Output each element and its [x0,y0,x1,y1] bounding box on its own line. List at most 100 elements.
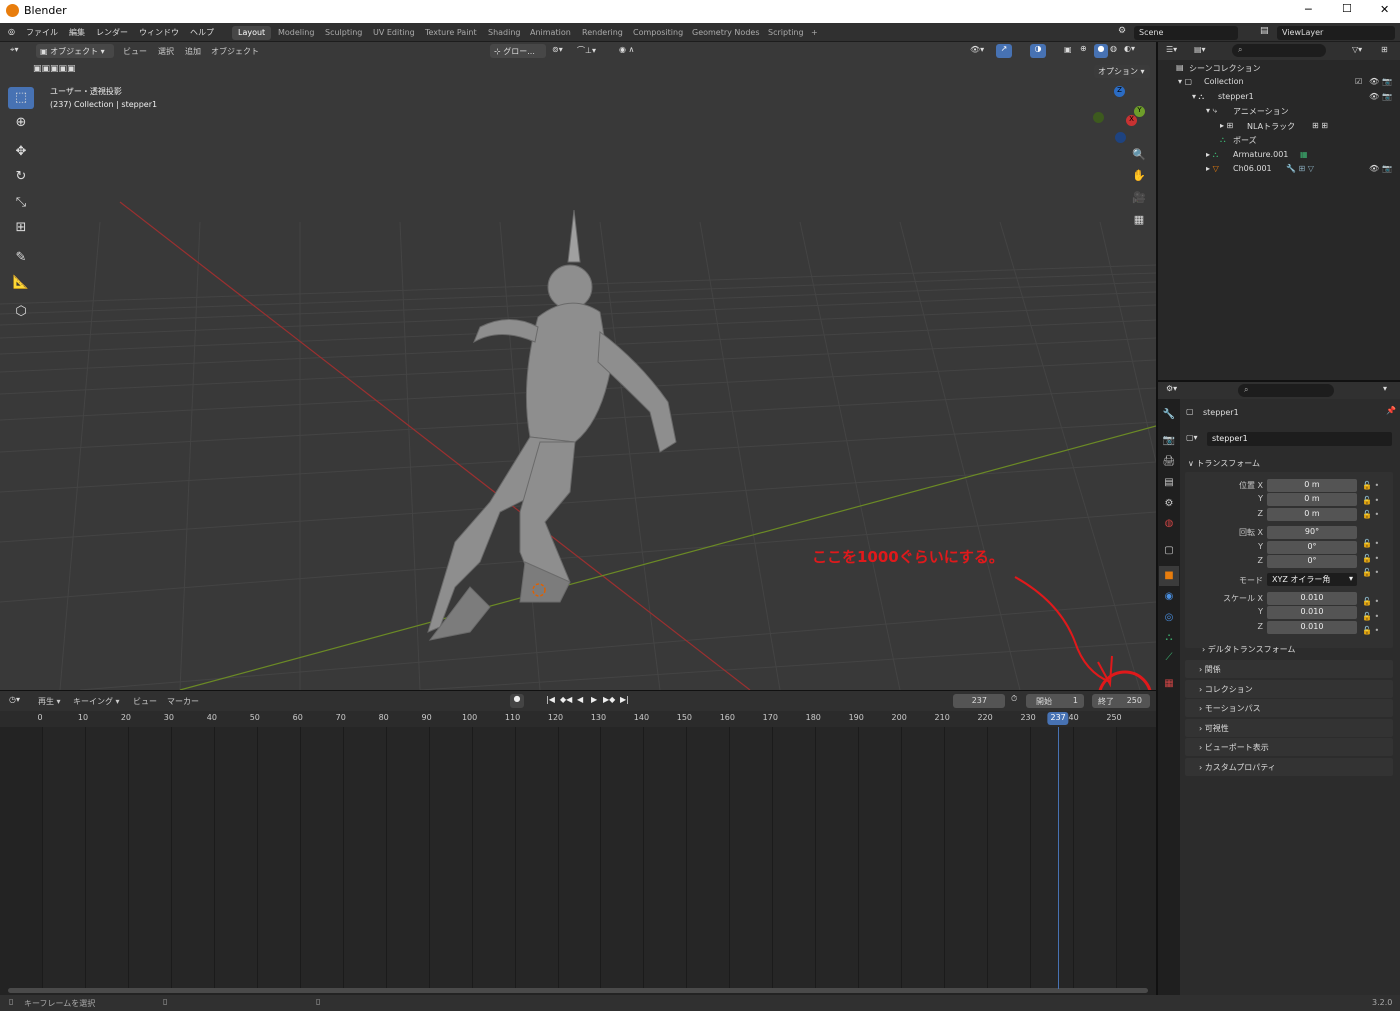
frame-tick-label[interactable]: 50 [250,713,260,722]
prev-keyframe-button[interactable]: ◆◀ [560,695,572,704]
visibility-icon[interactable]: 👁▾ [970,45,984,54]
panel-visibility[interactable]: › 可視性 [1185,719,1393,737]
proportional-edit-icon[interactable]: ◉ ∧ [619,45,634,54]
gizmo-x-axis[interactable]: X [1126,115,1137,126]
transform-tool[interactable]: ⊞ [8,217,34,239]
transform-orientation-dropdown[interactable]: ⊹ グロー... [490,44,546,58]
lock-icons[interactable]: 🔓 • 🔓 • 🔓 • 🔓 • 🔓 • 🔓 • 🔓 • 🔓 • 🔓 • [1362,479,1390,639]
particles-tab-icon[interactable]: ◎ [1159,608,1179,628]
3d-viewport[interactable]: ⌖▾ ▣ オブジェクト ▾ ビュー 選択 追加 オブジェクト ⊹ グロー... … [0,42,1156,690]
frame-tick-label[interactable]: 150 [677,713,692,722]
outliner-display-mode-icon[interactable]: ▤▾ [1194,45,1206,54]
gizmo-neg-z[interactable] [1115,132,1126,143]
frame-tick-label[interactable]: 10 [78,713,88,722]
panel-collections[interactable]: › コレクション [1185,680,1393,698]
frame-tick-label[interactable]: 120 [548,713,563,722]
scene-tab-icon[interactable]: ⚙ [1159,494,1179,514]
modifier-tab-icon[interactable]: ◉ [1159,587,1179,607]
viewport-menu-view[interactable]: ビュー [123,46,147,57]
outliner-row-collection[interactable]: ▾ ▢ Collection ☑ 👁 📷 [1158,77,1400,91]
object-tab-icon[interactable]: ■ [1159,566,1179,586]
menu-edit[interactable]: 編集 [69,27,85,38]
rotation-y-field[interactable]: 0° [1267,541,1357,554]
rotation-mode-dropdown[interactable]: XYZ オイラー角 ▾ [1267,573,1357,586]
scale-x-field[interactable]: 0.010 [1267,592,1357,605]
timeline-body[interactable] [42,727,1117,989]
collection-visibility-icon[interactable]: 👁 [1369,77,1379,86]
panel-motion-paths[interactable]: › モーションパス [1185,699,1393,717]
cursor-tool[interactable]: ⊕ [8,112,34,134]
scale-tool[interactable]: ⤡ [8,192,34,214]
shading-wireframe-icon[interactable]: ⊕ [1080,44,1087,53]
blender-menu-icon[interactable]: ◎ [8,27,15,36]
frame-tick-label[interactable]: 180 [806,713,821,722]
marker-menu[interactable]: マーカー [167,696,199,707]
collection-render-icon[interactable]: 📷 [1382,77,1392,86]
options-dropdown[interactable]: オプション ▾ [1094,65,1150,78]
close-button[interactable]: ✕ [1380,3,1389,16]
frame-tick-label[interactable]: 110 [505,713,520,722]
frame-ruler[interactable]: 0 10 20 30 40 50 60 70 80 90 100 110 120 130 140 150 160… [0,711,1156,727]
stepper1-visibility-icon[interactable]: 👁 [1369,92,1379,101]
measure-tool[interactable]: 📐 [8,272,34,294]
outliner-editor-icon[interactable]: ☰▾ [1166,45,1177,54]
tab-texture-paint[interactable]: Texture Paint [419,26,483,40]
viewport-menu-add[interactable]: 追加 [185,46,201,57]
shading-material-icon[interactable]: ◍ [1110,44,1117,53]
outliner-row-nla[interactable]: ▸ ⊞ NLAトラック ⊞ ⊞ [1158,121,1400,135]
mesh-render-icon[interactable]: 📷 [1382,164,1392,173]
select-box-mode-icons[interactable]: ▣▣▣▣▣ [33,64,76,74]
jump-end-button[interactable]: ▶| [620,695,629,704]
stepper1-render-icon[interactable]: 📷 [1382,92,1392,101]
location-y-field[interactable]: 0 m [1267,493,1357,506]
auto-key-button[interactable]: ● [510,694,524,708]
delta-transform-header[interactable]: › デルタトランスフォーム [1202,644,1295,655]
xray-icon[interactable]: ▣ [1064,45,1072,54]
outliner-row-mesh[interactable]: ▸ ▽ Ch06.001 🔧 ⊞ ▽ 👁 📷 [1158,164,1400,178]
overlay-toggle-icon[interactable]: ◑ [1030,44,1046,58]
frame-tick-label[interactable]: 20 [121,713,131,722]
frame-tick-label[interactable]: 100 [462,713,477,722]
frame-tick-label[interactable]: 60 [293,713,303,722]
frame-tick-label[interactable]: 140 [634,713,649,722]
shading-solid-icon[interactable]: ● [1094,44,1108,58]
playhead-frame-label[interactable]: 237 [1047,712,1069,725]
tab-sculpting[interactable]: Sculpting [319,26,368,40]
scene-selector[interactable]: Scene [1134,26,1238,40]
menu-window[interactable]: ウィンドウ [139,27,179,38]
character-model[interactable] [427,209,677,641]
tab-modeling[interactable]: Modeling [272,26,320,40]
zoom-icon[interactable]: 🔍 [1128,148,1150,166]
tab-shading[interactable]: Shading [482,26,527,40]
rotation-z-field[interactable]: 0° [1267,555,1357,568]
pivot-icon[interactable]: ⊚▾ [552,45,563,54]
data-tab-icon[interactable]: ▦ [1159,674,1179,694]
tab-rendering[interactable]: Rendering [576,26,629,40]
rotate-tool[interactable]: ↻ [8,166,34,188]
gizmo-neg-y[interactable] [1093,112,1104,123]
next-keyframe-button[interactable]: ▶◆ [603,695,615,704]
annotate-tool[interactable]: ✎ [8,247,34,269]
collection-tab-icon[interactable]: ▢ [1159,541,1179,561]
panel-viewport-display[interactable]: › ビューポート表示 [1185,738,1393,756]
menu-help[interactable]: ヘルプ [190,27,214,38]
properties-editor[interactable]: ⚙▾ ⌕ ▾ 🔧 📷 🖨 ▤ ⚙ ◍ ▢ ■ ◉ ◎ ⛬ ⟋ ▦ ▢ stepp… [1158,381,1400,996]
object-datablock-icon[interactable]: ▢▾ [1186,433,1198,442]
minimize-button[interactable]: ─ [1305,3,1312,16]
navigation-gizmo[interactable]: Z Y X [1090,84,1150,144]
properties-editor-icon[interactable]: ⚙▾ [1166,384,1177,393]
move-tool[interactable]: ✥ [8,141,34,163]
frame-end-field[interactable]: 終了 250 [1092,694,1150,708]
outliner-row-stepper1[interactable]: ▾ ⛬ stepper1 👁 📷 [1158,92,1400,106]
keying-menu[interactable]: キーイング ▾ [73,696,120,707]
frame-tick-label[interactable]: 190 [849,713,864,722]
tab-compositing[interactable]: Compositing [627,26,689,40]
location-z-field[interactable]: 0 m [1267,508,1357,521]
timeline-view-menu[interactable]: ビュー [133,696,157,707]
scale-y-field[interactable]: 0.010 [1267,606,1357,619]
tab-layout[interactable]: Layout [232,26,272,40]
timeline-editor[interactable]: ◷▾ 再生 ▾ キーイング ▾ ビュー マーカー ● |◀ ◆◀ ◀ ▶ ▶◆ … [0,690,1156,995]
pin-icon[interactable]: 📌 [1386,406,1396,415]
frame-tick-label[interactable]: 170 [763,713,778,722]
frame-tick-label[interactable]: 0 [37,713,42,722]
